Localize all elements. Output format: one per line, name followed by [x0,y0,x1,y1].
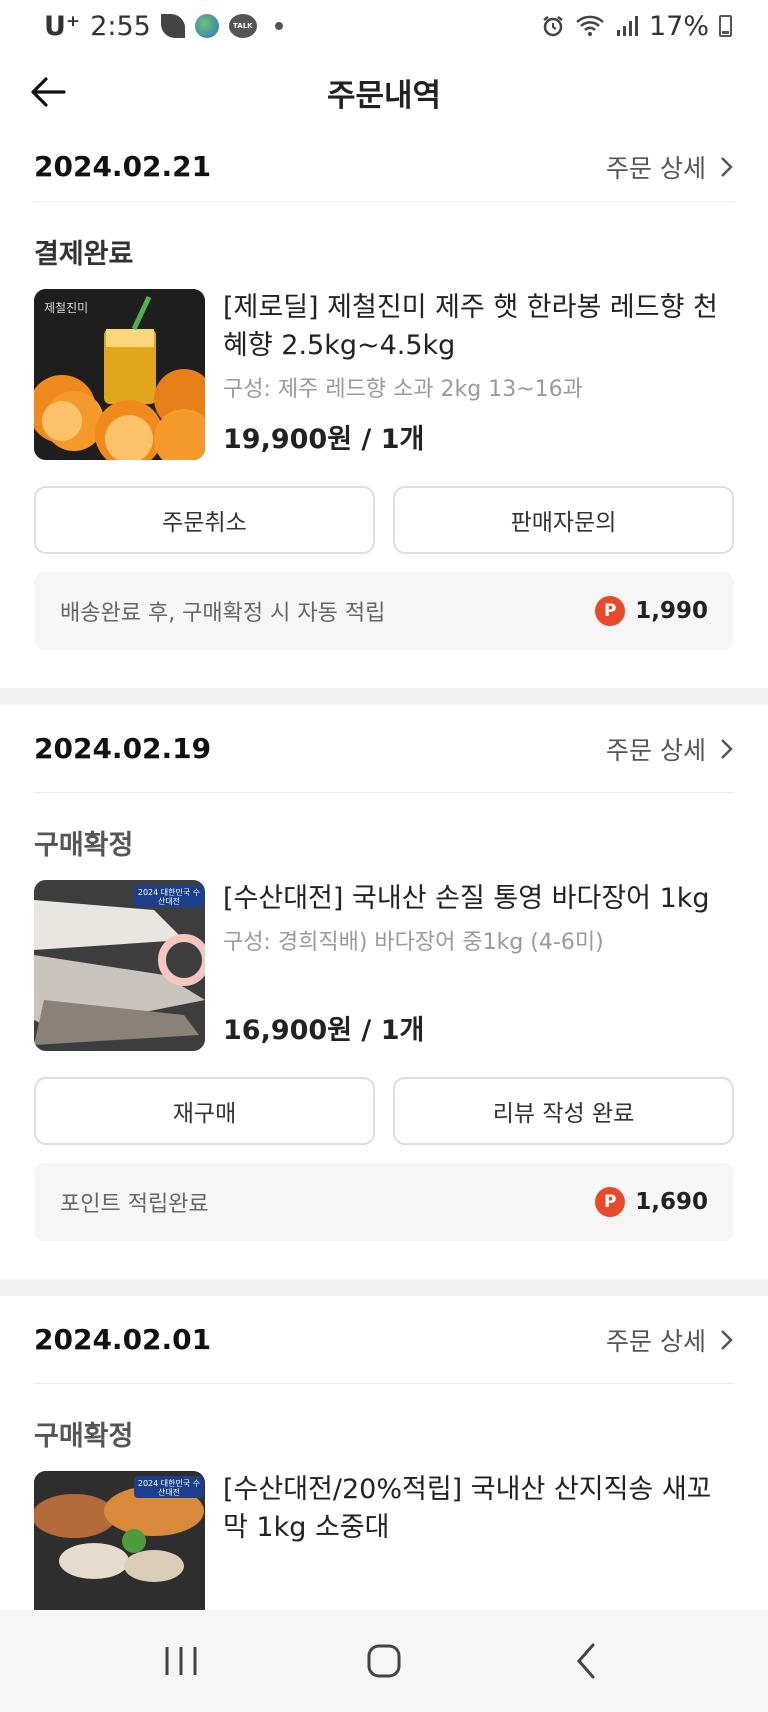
order-header: 2024.02.21 주문 상세 [34,132,734,202]
thumbnail-brand-text: 제철진미 [44,301,89,315]
order-actions: 주문취소 판매자문의 [34,486,734,554]
battery-icon [719,15,732,37]
point-text: 배송완료 후, 구매확정 시 자동 적립 [60,601,386,626]
point-value: 1,690 [635,1189,708,1215]
product-price: 16,900원 / 1개 [223,1015,425,1046]
arrow-left-icon [31,77,66,107]
status-bar: U⁺ 2:55 TALK 17% [0,0,768,52]
chevron-right-icon [721,156,733,177]
product-item[interactable]: 제철진미 [제로딜] 제철진미 제주 햇 한라봉 레드향 천혜향 2.5kg~4… [34,289,734,460]
order-status: 구매확정 [34,830,134,861]
globe-icon [194,14,219,38]
product-option: 구성: 경희직배) 바다장어 중1kg (4-6미) [223,930,604,955]
product-thumbnail: 제철진미 [34,289,205,460]
product-item[interactable]: 2024 대한민국 수산대전 [수산대전] 국내산 손질 통영 바다장어 1kg… [34,880,734,1051]
order-card: 2024.02.01 주문 상세 구매확정 2024 대한민국 수산대전 [수산… [0,1296,768,1610]
product-name: [수산대전/20%적립] 국내산 산지직송 새꼬막 1kg 소중대 [223,1474,712,1543]
product-info: [제로딜] 제철진미 제주 햇 한라봉 레드향 천혜향 2.5kg~4.5kg … [223,289,734,460]
carrier-label: U⁺ [44,10,81,42]
rebuy-button[interactable]: 재구매 [34,1077,375,1145]
order-date: 2024.02.21 [34,150,212,183]
point-value: 1,990 [635,598,708,624]
home-icon [367,1644,401,1678]
section-divider [0,688,768,705]
home-button[interactable] [344,1631,424,1691]
section-divider [0,1279,768,1296]
order-list[interactable]: 2024.02.21 주문 상세 결제완료 제철진미 [제로딜] 제철진미 제주… [0,132,768,1610]
clock: 2:55 [90,10,151,42]
order-date: 2024.02.19 [34,732,212,765]
product-info: [수산대전] 국내산 손질 통영 바다장어 1kg 구성: 경희직배) 바다장어… [223,880,734,1051]
chevron-right-icon [721,738,733,759]
order-header: 2024.02.01 주문 상세 [34,1296,734,1384]
status-bar-left: U⁺ 2:55 TALK [44,11,283,42]
point-value-group: P 1,990 [595,596,708,626]
chevron-right-icon [721,1329,733,1350]
order-detail-link[interactable]: 주문 상세 [606,149,734,185]
thumbnail-brand-text: 2024 대한민국 수산대전 [137,1479,201,1497]
app-header: 주문내역 [0,52,768,132]
product-thumbnail: 2024 대한민국 수산대전 [34,880,205,1051]
page-title: 주문내역 [326,77,442,114]
order-detail-link[interactable]: 주문 상세 [606,1322,734,1358]
point-icon: P [595,596,626,626]
alarm-icon [541,14,565,38]
nav-back-button[interactable] [547,1631,627,1691]
recent-apps-button[interactable] [141,1631,221,1691]
point-info: 배송완료 후, 구매확정 시 자동 적립 P 1,990 [34,572,734,650]
order-status: 구매확정 [34,1421,134,1452]
point-info: 포인트 적립완료 P 1,690 [34,1163,734,1241]
point-value-group: P 1,690 [595,1187,708,1217]
order-detail-label: 주문 상세 [606,735,706,765]
wifi-icon [575,14,605,38]
order-header: 2024.02.19 주문 상세 [34,705,734,793]
product-option: 구성: 제주 레드향 소과 2kg 13~16과 [223,377,583,402]
point-icon: P [595,1187,626,1217]
status-bar-right: 17% [541,11,732,42]
order-status: 결제완료 [34,239,134,270]
battery-percent: 17% [648,10,709,42]
thumbnail-brand-text: 2024 대한민국 수산대전 [137,888,201,906]
cancel-order-button[interactable]: 주문취소 [34,486,375,554]
review-complete-button[interactable]: 리뷰 작성 완료 [393,1077,734,1145]
back-icon [576,1643,595,1679]
recent-apps-icon [165,1647,197,1675]
point-text: 포인트 적립완료 [60,1192,209,1217]
order-actions: 재구매 리뷰 작성 완료 [34,1077,734,1145]
back-button[interactable] [24,68,72,116]
product-price: 19,900원 / 1개 [223,424,425,455]
order-detail-link[interactable]: 주문 상세 [606,731,734,767]
product-thumbnail: 2024 대한민국 수산대전 [34,1471,205,1610]
order-card: 2024.02.21 주문 상세 결제완료 제철진미 [제로딜] 제철진미 제주… [0,132,768,650]
product-item[interactable]: 2024 대한민국 수산대전 [수산대전/20%적립] 국내산 산지직송 새꼬막… [34,1471,734,1610]
order-detail-label: 주문 상세 [606,1326,706,1356]
notification-dot-icon [274,22,283,30]
order-date: 2024.02.01 [34,1323,212,1356]
product-info: [수산대전/20%적립] 국내산 산지직송 새꼬막 1kg 소중대 [223,1471,734,1610]
order-card: 2024.02.19 주문 상세 구매확정 2024 대한민국 수산대전 [수산… [0,705,768,1241]
system-nav-bar [0,1610,768,1712]
product-name: [수산대전] 국내산 손질 통영 바다장어 1kg [223,883,710,914]
order-detail-label: 주문 상세 [606,153,706,183]
leaf-icon [160,14,185,38]
seller-inquiry-button[interactable]: 판매자문의 [393,486,734,554]
signal-icon [615,14,639,38]
talk-icon: TALK [228,14,257,38]
product-name: [제로딜] 제철진미 제주 햇 한라봉 레드향 천혜향 2.5kg~4.5kg [223,292,718,361]
